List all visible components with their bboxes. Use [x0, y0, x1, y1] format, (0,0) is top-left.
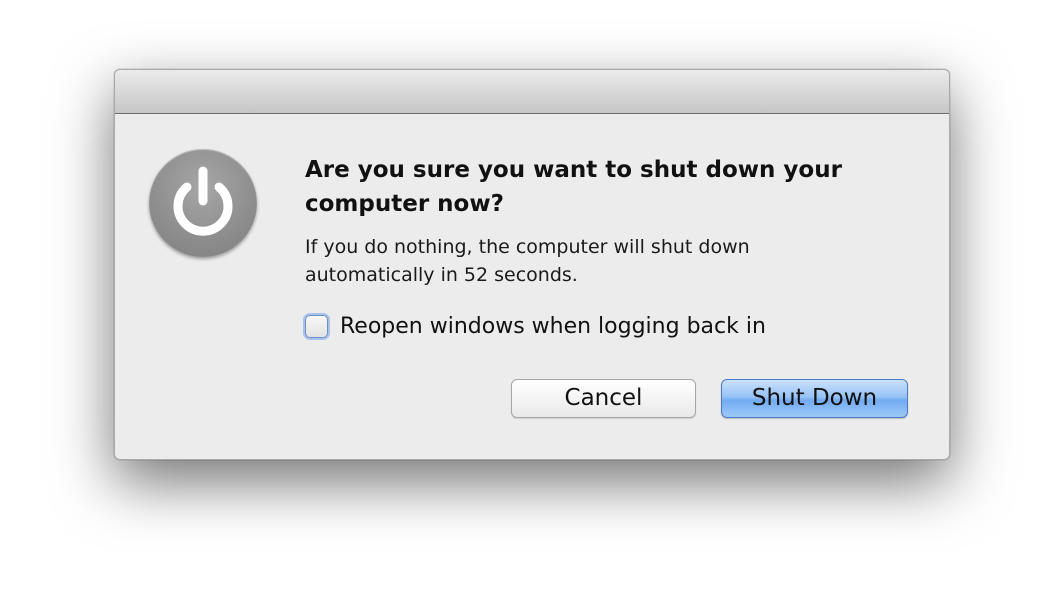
reopen-windows-checkbox[interactable]: [305, 314, 328, 338]
dialog-message: If you do nothing, the computer will shu…: [305, 236, 750, 286]
dialog-titlebar[interactable]: [115, 70, 949, 114]
reopen-windows-label[interactable]: Reopen windows when logging back in: [340, 314, 766, 339]
dialog-title: Are you sure you want to shut down your …: [305, 157, 842, 217]
cancel-button[interactable]: Cancel: [511, 379, 696, 418]
shut-down-button[interactable]: Shut Down: [721, 379, 908, 418]
power-icon: [149, 149, 257, 257]
reopen-windows-option[interactable]: Reopen windows when logging back in: [305, 310, 766, 342]
shutdown-dialog: Are you sure you want to shut down your …: [114, 69, 950, 460]
